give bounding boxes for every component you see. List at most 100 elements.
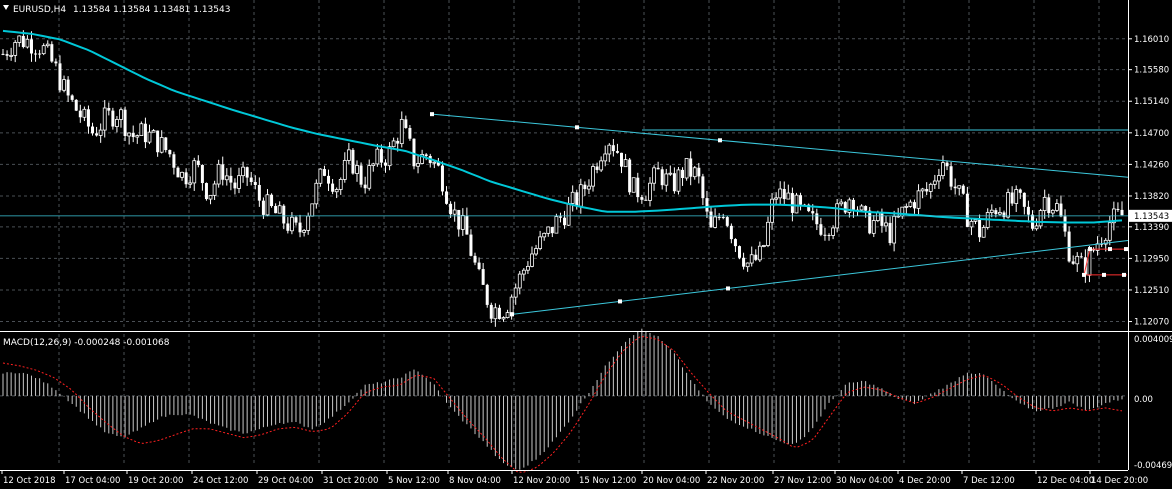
candle [949, 162, 953, 191]
candle [505, 309, 510, 319]
candle [656, 161, 660, 170]
candle [1067, 226, 1071, 263]
candle [257, 177, 261, 207]
candle [147, 124, 152, 145]
candle [245, 166, 249, 186]
candle [184, 168, 188, 188]
candle [34, 49, 38, 62]
candle [603, 145, 608, 167]
candle [13, 40, 18, 63]
trendline-handle[interactable] [718, 138, 722, 143]
candle [25, 35, 30, 49]
chart-frame [0, 0, 1172, 471]
rectangle-handle[interactable] [1122, 272, 1126, 277]
candle [17, 35, 22, 47]
time-tick-label: 7 Dec 12:00 [963, 476, 1015, 486]
rectangle-handle[interactable] [1082, 272, 1086, 277]
candle [1, 49, 5, 56]
price-tick-label: 1.15140 [1134, 97, 1169, 107]
candle [196, 155, 200, 168]
candle [139, 121, 144, 137]
candle [965, 186, 969, 228]
chart-objects[interactable] [0, 112, 1129, 317]
symbol-dropdown-icon[interactable] [3, 5, 9, 10]
trendline-handle[interactable] [575, 125, 579, 130]
candle [888, 216, 892, 246]
candle [371, 162, 376, 172]
time-tick-label: 4 Dec 20:00 [899, 476, 951, 486]
candle [554, 213, 559, 234]
candle [298, 214, 302, 238]
candle [550, 226, 554, 238]
candle [102, 100, 107, 138]
support-trendline[interactable] [511, 239, 1129, 315]
resistance-trendline[interactable] [431, 113, 1129, 178]
candle [546, 226, 551, 237]
candle [1054, 199, 1059, 212]
candle [668, 165, 673, 176]
rectangle-handle[interactable] [1108, 247, 1112, 252]
candle [754, 249, 758, 262]
candle [745, 262, 750, 272]
rectangle-handle[interactable] [1124, 247, 1128, 252]
candle [204, 182, 208, 201]
candle [29, 31, 33, 62]
candle [1018, 188, 1022, 199]
trendline-handle[interactable] [726, 286, 730, 291]
candle [831, 225, 835, 240]
candle [742, 252, 746, 270]
candle [847, 197, 852, 218]
candle [216, 159, 221, 188]
candle [526, 261, 530, 274]
candle [1014, 185, 1019, 212]
candle [399, 111, 404, 148]
rectangle-handle[interactable] [1102, 272, 1106, 277]
candle [733, 238, 737, 253]
candle [416, 155, 420, 174]
candle [355, 160, 359, 182]
candle [713, 208, 717, 229]
candle [334, 187, 339, 199]
candle [176, 166, 180, 178]
candle [705, 190, 709, 218]
candle [908, 199, 913, 208]
trendline-handle[interactable] [510, 312, 514, 317]
candle [1038, 208, 1043, 229]
candle [224, 168, 229, 186]
candle [192, 157, 197, 191]
candle [615, 143, 619, 154]
candle [497, 304, 501, 320]
candle [932, 174, 937, 189]
candle [212, 180, 217, 201]
candle [1030, 210, 1034, 231]
candle [729, 223, 733, 244]
candle [45, 40, 50, 48]
price-tick-label: 1.12950 [1134, 254, 1169, 264]
candle [892, 210, 897, 252]
time-tick-label: 15 Nov 12:00 [579, 476, 636, 486]
candle [566, 196, 571, 226]
symbol-timeframe-label: EURUSD,H4 [13, 5, 66, 15]
trendline-handle[interactable] [430, 112, 434, 117]
candle [538, 230, 543, 251]
trendline-handle[interactable] [618, 299, 622, 304]
candle [331, 178, 335, 195]
candle [799, 192, 803, 211]
candle [936, 168, 941, 189]
time-tick-label: 5 Nov 12:00 [388, 476, 440, 486]
candle [697, 162, 701, 184]
candle [351, 148, 355, 175]
time-tick-label: 30 Nov 04:00 [836, 476, 893, 486]
candle [884, 216, 888, 232]
macd-axis: 0.004009 0.00 -0.00469 [1134, 335, 1172, 471]
candle [827, 233, 831, 241]
rectangle-handle[interactable] [1088, 247, 1092, 252]
candle [314, 179, 319, 209]
price-axis: 1.16010 1.15580 1.15140 1.14700 1.14260 1.138… [1128, 35, 1169, 328]
price-tick-label: 1.14700 [1134, 129, 1169, 139]
trading-chart[interactable]: 1.16010 1.15580 1.15140 1.14700 1.14260 1.138… [0, 0, 1172, 489]
candle [542, 232, 547, 241]
candle [591, 163, 595, 192]
candle [823, 227, 827, 241]
candle [1071, 255, 1075, 265]
